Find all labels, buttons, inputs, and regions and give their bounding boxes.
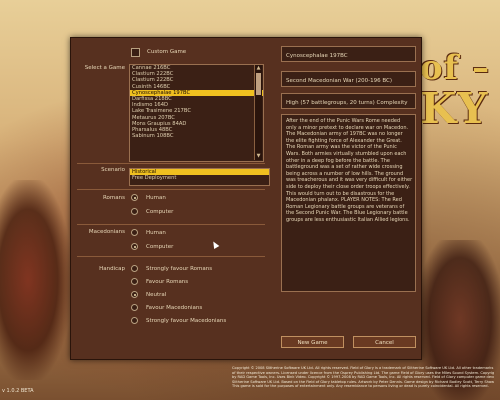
macedonians-label: Macedonians [88, 229, 125, 235]
game-list-item[interactable]: Sabinum 108BC [130, 133, 263, 139]
description-line: The Macedonian army of 197BC was no long… [286, 131, 403, 138]
title-line-2: KY [420, 84, 490, 133]
complexity-box: High (57 battlegroups, 20 turns) Complex… [281, 93, 416, 109]
title-line-1: of – [420, 48, 491, 88]
description-line: being across a number of low hills. The … [286, 170, 404, 177]
macedonians-option-label[interactable]: Computer [146, 244, 173, 250]
divider [77, 163, 265, 164]
handicap-label: Handicap [99, 266, 125, 272]
custom-game-checkbox[interactable] [131, 48, 140, 57]
battle-name: Cynoscephalae 197BC [286, 53, 348, 59]
description-line: the elite fighting force of Alexander th… [286, 137, 402, 144]
scrollbar-thumb[interactable] [256, 73, 261, 95]
select-game-label: Select a Game [84, 65, 125, 71]
romans-label: Romans [102, 195, 125, 201]
version-text: v 1.0.2 BETA [2, 388, 34, 394]
description-line: This would turn out to be disastrous for… [286, 190, 395, 197]
description-line: Wars. Both armies virtually stumbled upo… [286, 150, 407, 157]
scenario-list-item[interactable]: Free Deployment [130, 175, 269, 181]
description-line: side to deploy their close order troops … [286, 183, 410, 190]
handicap-radio-neutral[interactable] [131, 291, 138, 298]
divider [77, 189, 265, 190]
handicap-option-label[interactable]: Neutral [146, 292, 166, 298]
battle-name-box: Cynoscephalae 197BC [281, 46, 416, 62]
handicap-option-label[interactable]: Strongly favour Romans [146, 266, 212, 272]
romans-option-label[interactable]: Human [146, 195, 166, 201]
cancel-button[interactable]: Cancel [353, 336, 416, 348]
romans-option-label[interactable]: Computer [146, 209, 173, 215]
description-line: Roman Legionary battle groups are vetera… [286, 203, 405, 210]
handicap-radio-strongly-favour-macedonians[interactable] [131, 317, 138, 324]
macedonians-option-label[interactable]: Human [146, 230, 166, 236]
description-line: groups are less enthusiastic Italian All… [286, 216, 410, 223]
description-line: battleground was a set of rather wide cr… [286, 164, 403, 171]
romans-radio-human[interactable] [131, 194, 138, 201]
description-line: only a minor pretext to declare war on M… [286, 124, 409, 131]
complexity-text: High (57 battlegroups, 20 turns) Complex… [286, 100, 408, 106]
description-line: was treacherous and it was very difficul… [286, 177, 413, 184]
description-line: After the end of the Punic Wars Rome nee… [286, 118, 401, 124]
divider [77, 224, 265, 225]
scroll-up-arrow-icon[interactable]: ▲ [255, 65, 262, 72]
war-name: Second Macedonian War (200-196 BC) [286, 78, 392, 84]
battle-description: After the end of the Punic Wars Rome nee… [281, 114, 416, 292]
game-list-scrollbar[interactable]: ▲ ▼ [254, 65, 262, 160]
description-line: the Second Punic War. The Blue Legionary… [286, 210, 408, 217]
handicap-option-label[interactable]: Strongly favour Macedonians [146, 318, 226, 324]
handicap-radio-strongly-favour-romans[interactable] [131, 265, 138, 272]
game-list[interactable]: Cannae 216BC Clastium 222BC Clastium 222BC… [129, 64, 264, 162]
custom-game-label: Custom Game [147, 49, 187, 55]
scenario-label: Scenario [101, 167, 125, 173]
copyright-line: This game is sold for the purposes of en… [232, 384, 489, 389]
description-line: The Roman army was the victor of the Pun… [286, 144, 397, 151]
scroll-down-arrow-icon[interactable]: ▼ [255, 153, 262, 160]
divider [77, 256, 265, 257]
description-line: other in a deep fog before the battle. T… [286, 157, 390, 164]
macedonians-radio-computer[interactable] [131, 243, 138, 250]
handicap-radio-favour-romans[interactable] [131, 278, 138, 285]
romans-radio-computer[interactable] [131, 208, 138, 215]
war-name-box: Second Macedonian War (200-196 BC) [281, 71, 416, 87]
handicap-radio-favour-macedonians[interactable] [131, 304, 138, 311]
background-warrior-figure [0, 180, 70, 380]
handicap-option-label[interactable]: Favour Macedonians [146, 305, 202, 311]
scenario-list[interactable]: Historical Free Deployment [129, 168, 270, 186]
copyright-notice: Copyright © 2008 Slitherine Software UK … [232, 366, 494, 389]
handicap-option-label[interactable]: Favour Romans [146, 279, 188, 285]
custom-game-dialog: Custom Game Select a Game Cannae 216BC Cl… [70, 37, 422, 360]
description-line: Macedonian phalanx. PLAYER NOTES: The Re… [286, 197, 402, 204]
copyright-line: Copyright © 2008 Slitherine Software UK … [232, 366, 494, 370]
new-game-button[interactable]: New Game [281, 336, 344, 348]
macedonians-radio-human[interactable] [131, 229, 138, 236]
